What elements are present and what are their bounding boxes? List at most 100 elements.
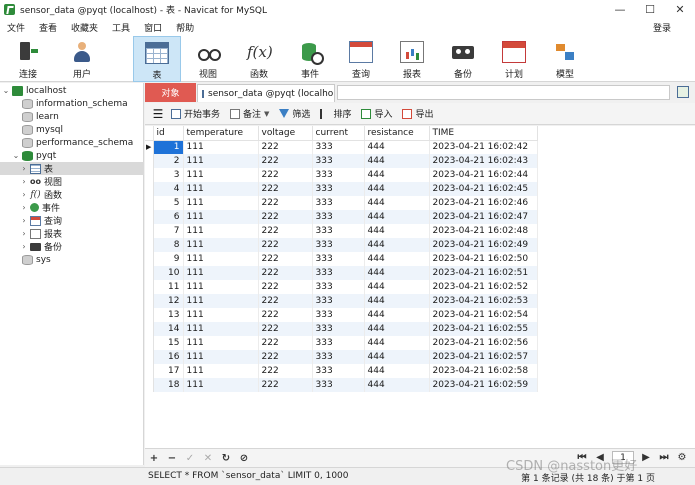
row-marker[interactable]: [145, 266, 154, 280]
table-cell-voltage[interactable]: 222: [258, 168, 313, 182]
table-cell-current[interactable]: 333: [312, 364, 365, 378]
expand-icon[interactable]: ›: [20, 229, 28, 238]
table-cell-temperature[interactable]: 111: [183, 336, 259, 350]
tree-db-learn[interactable]: learn: [0, 110, 144, 123]
tree-db-performance-schema[interactable]: performance_schema: [0, 136, 144, 149]
table-row[interactable]: 14 111 222 333 444 2023-04-21 16:02:55: [145, 322, 538, 336]
filter-button[interactable]: 筛选: [279, 107, 310, 120]
close-button[interactable]: ✕: [665, 0, 695, 18]
row-marker[interactable]: [145, 196, 154, 210]
table-cell-voltage[interactable]: 222: [258, 378, 313, 392]
table-row[interactable]: 16 111 222 333 444 2023-04-21 16:02:57: [145, 350, 538, 364]
table-cell-current[interactable]: 333: [312, 196, 365, 210]
toolbar-table-button[interactable]: 表: [133, 36, 181, 82]
table-cell-voltage[interactable]: 222: [258, 238, 313, 252]
toolbar-user-button[interactable]: 用户: [58, 36, 106, 82]
maximize-button[interactable]: ☐: [635, 0, 665, 18]
table-cell-id[interactable]: 6: [153, 210, 184, 224]
table-cell-voltage[interactable]: 222: [258, 182, 313, 196]
table-cell-time[interactable]: 2023-04-21 16:02:51: [429, 266, 538, 280]
table-cell-temperature[interactable]: 111: [183, 154, 259, 168]
table-cell-id[interactable]: 11: [153, 280, 184, 294]
tree-pyqt-tables[interactable]: › 表: [0, 162, 144, 175]
table-cell-current[interactable]: 333: [312, 224, 365, 238]
table-cell-voltage[interactable]: 222: [258, 210, 313, 224]
table-cell-id[interactable]: 7: [153, 224, 184, 238]
row-marker[interactable]: [145, 378, 154, 392]
table-row[interactable]: 2 111 222 333 444 2023-04-21 16:02:43: [145, 154, 538, 168]
table-cell-voltage[interactable]: 222: [258, 196, 313, 210]
table-cell-current[interactable]: 333: [312, 168, 365, 182]
table-cell-resistance[interactable]: 444: [364, 364, 430, 378]
table-cell-current[interactable]: 333: [312, 252, 365, 266]
new-tab-icon[interactable]: [677, 86, 689, 98]
tree-db-mysql[interactable]: mysql: [0, 123, 144, 136]
table-cell-temperature[interactable]: 111: [183, 266, 259, 280]
table-cell-current[interactable]: 333: [312, 322, 365, 336]
table-cell-temperature[interactable]: 111: [183, 196, 259, 210]
tree-db-pyqt[interactable]: ⌄ pyqt: [0, 149, 144, 162]
expand-icon[interactable]: ›: [20, 216, 28, 225]
column-header[interactable]: temperature: [183, 126, 259, 141]
table-cell-voltage[interactable]: 222: [258, 266, 313, 280]
table-cell-resistance[interactable]: 444: [364, 350, 430, 364]
table-cell-current[interactable]: 333: [312, 210, 365, 224]
table-cell-time[interactable]: 2023-04-21 16:02:54: [429, 308, 538, 322]
table-cell-time[interactable]: 2023-04-21 16:02:45: [429, 182, 538, 196]
table-cell-resistance[interactable]: 444: [364, 224, 430, 238]
table-cell-time[interactable]: 2023-04-21 16:02:49: [429, 238, 538, 252]
row-marker[interactable]: [145, 224, 154, 238]
table-cell-voltage[interactable]: 222: [258, 350, 313, 364]
toolbar-schedule-button[interactable]: 计划: [490, 36, 538, 82]
tree-pyqt-views[interactable]: › oo 视图: [0, 175, 144, 189]
table-cell-current[interactable]: 333: [312, 294, 365, 308]
table-cell-temperature[interactable]: 111: [183, 182, 259, 196]
table-cell-id[interactable]: 15: [153, 336, 184, 350]
refresh-button[interactable]: ↻: [217, 453, 235, 464]
table-cell-temperature[interactable]: 111: [183, 224, 259, 238]
table-cell-voltage[interactable]: 222: [258, 336, 313, 350]
table-cell-id[interactable]: 4: [153, 182, 184, 196]
toolbar-query-button[interactable]: 查询: [337, 36, 385, 82]
expand-icon[interactable]: ›: [20, 242, 28, 251]
table-row[interactable]: 12 111 222 333 444 2023-04-21 16:02:53: [145, 294, 538, 308]
row-marker[interactable]: [145, 308, 154, 322]
table-cell-id[interactable]: 5: [153, 196, 184, 210]
table-cell-current[interactable]: 333: [312, 378, 365, 392]
stop-button[interactable]: ⊘: [235, 453, 253, 464]
table-cell-temperature[interactable]: 111: [183, 238, 259, 252]
table-cell-current[interactable]: 333: [312, 140, 365, 154]
table-cell-id[interactable]: 17: [153, 364, 184, 378]
table-cell-resistance[interactable]: 444: [364, 336, 430, 350]
table-cell-temperature[interactable]: 111: [183, 322, 259, 336]
table-cell-resistance[interactable]: 444: [364, 154, 430, 168]
table-cell-temperature[interactable]: 111: [183, 280, 259, 294]
collapse-icon[interactable]: ⌄: [2, 86, 10, 95]
table-cell-temperature[interactable]: 111: [183, 140, 259, 154]
table-cell-id[interactable]: 12: [153, 294, 184, 308]
row-marker[interactable]: [145, 364, 154, 378]
table-cell-id[interactable]: 10: [153, 266, 184, 280]
menu-file[interactable]: 文件: [0, 21, 32, 34]
table-cell-time[interactable]: 2023-04-21 16:02:50: [429, 252, 538, 266]
row-marker[interactable]: [145, 294, 154, 308]
table-cell-time[interactable]: 2023-04-21 16:02:47: [429, 210, 538, 224]
column-header[interactable]: current: [312, 126, 365, 141]
table-row[interactable]: ▶ 1 111 222 333 444 2023-04-21 16:02:42: [145, 140, 538, 154]
import-button[interactable]: 导入: [361, 107, 392, 120]
table-cell-time[interactable]: 2023-04-21 16:02:57: [429, 350, 538, 364]
tab-sensor-data[interactable]: sensor_data @pyqt (localho...: [197, 84, 335, 102]
table-cell-id[interactable]: 18: [153, 378, 184, 392]
tree-pyqt-backups[interactable]: › 备份: [0, 240, 144, 253]
table-cell-time[interactable]: 2023-04-21 16:02:58: [429, 364, 538, 378]
table-cell-resistance[interactable]: 444: [364, 182, 430, 196]
row-marker[interactable]: [145, 322, 154, 336]
row-marker[interactable]: [145, 350, 154, 364]
table-row[interactable]: 18 111 222 333 444 2023-04-21 16:02:59: [145, 378, 538, 392]
table-cell-temperature[interactable]: 111: [183, 294, 259, 308]
table-cell-resistance[interactable]: 444: [364, 210, 430, 224]
table-cell-current[interactable]: 333: [312, 154, 365, 168]
tab-search-field[interactable]: [337, 85, 670, 100]
table-cell-voltage[interactable]: 222: [258, 280, 313, 294]
toolbar-backup-button[interactable]: 备份: [439, 36, 487, 82]
